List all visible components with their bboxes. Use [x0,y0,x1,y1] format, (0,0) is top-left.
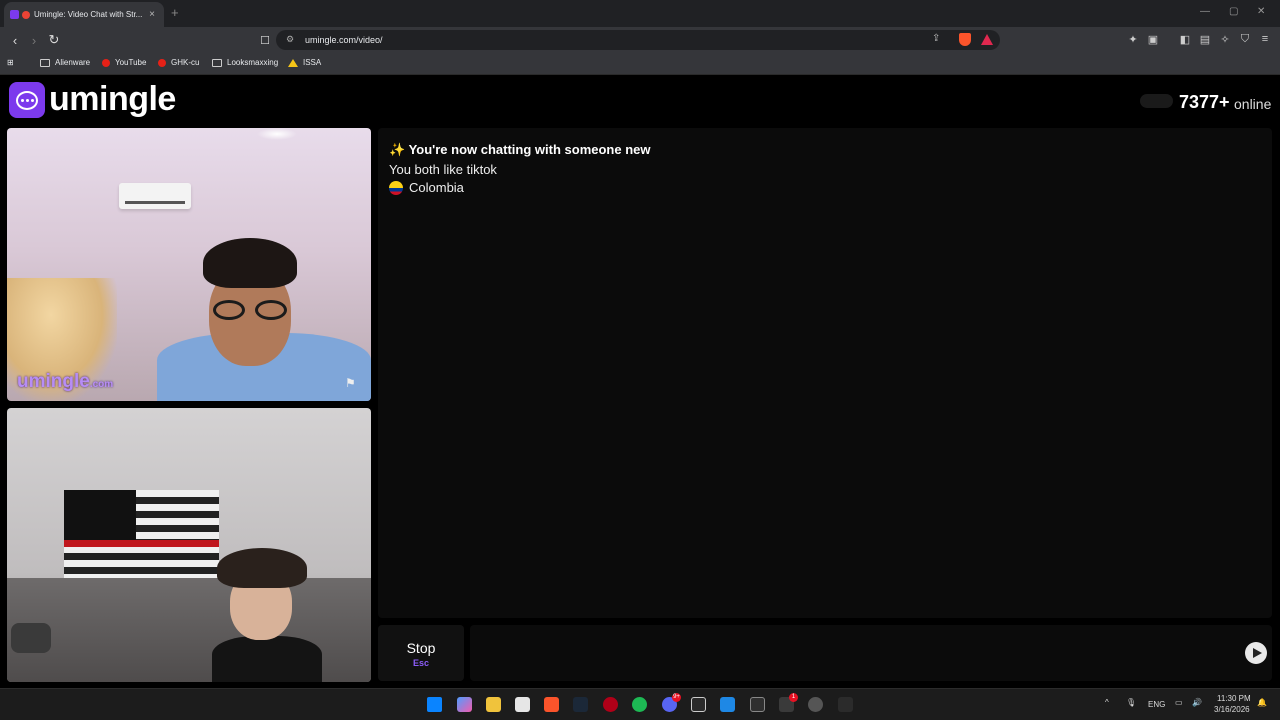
bookmark-label: GHK-cu [171,58,200,67]
volume-icon[interactable]: 🔊 [1192,698,1202,707]
umingle-favicon-icon [10,10,19,19]
clock-time[interactable]: 11:30 PM [1217,694,1251,703]
bookmark-label: ISSA [303,58,322,67]
stranger-video: umingle.com ⚑ [7,128,371,401]
sidebar-icon[interactable]: ◧ [1178,33,1192,46]
leo-ai-icon[interactable]: ✧ [1218,33,1232,46]
apps-grid-icon[interactable]: ⊞ [7,58,14,67]
steam-icon[interactable] [573,697,588,712]
epic-games-icon[interactable] [691,697,706,712]
new-tab-button[interactable]: + [171,5,179,20]
chat-status-title: ✨ You're now chatting with someone new [389,142,651,157]
folder-icon [40,58,50,67]
vpn-shield-icon[interactable]: ⛉ [1238,33,1252,46]
microsoft-store-icon[interactable] [515,697,530,712]
tab-title: Umingle: Video Chat with Str... [34,10,143,19]
tab-search-icon[interactable]: ▤ [1198,33,1212,46]
wall-flag [64,490,219,582]
alienware-icon[interactable] [603,697,618,712]
notification-bell-icon[interactable]: 🔔 [1257,698,1267,707]
online-label: online [1234,96,1272,112]
network-icon[interactable]: ▭ [1175,698,1183,707]
clock-date[interactable]: 3/16/2026 [1214,705,1250,714]
microphone-tray-icon[interactable]: 🎙 [1126,698,1136,707]
xbox-icon[interactable] [750,697,765,712]
microphone [11,623,51,653]
battle-net-icon[interactable] [720,697,735,712]
report-flag-icon[interactable]: ⚑ [345,376,361,390]
brave-shields-icon[interactable] [959,33,971,46]
minimize-button[interactable]: — [1200,6,1210,17]
site-logo-text[interactable]: umingle [49,80,176,119]
share-icon[interactable]: ⇪ [932,33,940,44]
language-indicator[interactable]: ENG [1148,700,1165,709]
logitech-icon[interactable] [838,697,853,712]
browser-tab-bar: Umingle: Video Chat with Str... × + — ▢ … [0,0,1280,27]
youtube-icon [158,58,166,67]
site-header [0,76,1280,126]
chat-panel [378,128,1272,618]
stranger-country: Colombia [389,180,464,195]
common-interest-text: You both like tiktok [389,162,497,177]
maximize-button[interactable]: ▢ [1229,6,1238,17]
umingle-watermark: umingle.com [17,371,114,392]
file-explorer-icon[interactable] [486,697,501,712]
spotify-icon[interactable] [632,697,647,712]
chat-message-input[interactable] [470,625,1272,681]
bookmark-icon[interactable]: ☐ [256,31,274,49]
send-icon[interactable] [1245,642,1267,664]
brave-rewards-icon[interactable] [981,34,993,45]
bookmark-youtube[interactable]: YouTube [102,58,146,67]
bookmark-looksmaxxing[interactable]: Looksmaxxing [212,58,278,67]
bookmark-issa[interactable]: ISSA [288,58,321,67]
discord-badge: 9+ [672,693,681,702]
stop-label: Stop [406,640,436,656]
bookmark-ghk-cu[interactable]: GHK-cu [158,58,199,67]
menu-icon[interactable]: ≡ [1258,33,1272,45]
copilot-icon[interactable] [457,697,472,712]
bookmark-alienware[interactable]: Alienware [40,58,90,67]
brave-browser-icon[interactable] [544,697,559,712]
ceiling-light [257,128,297,140]
colombia-flag-icon [389,180,403,195]
bookmark-label: Looksmaxxing [227,58,279,67]
umingle-logo-icon[interactable] [9,82,45,118]
url-text[interactable]: umingle.com/video/ [305,35,383,45]
bookmark-label: Alienware [55,58,91,67]
self-video [7,408,371,682]
air-conditioner [119,183,191,209]
extensions-icon[interactable]: ✦ [1126,33,1140,46]
online-toggle[interactable] [1140,94,1173,108]
notification-badge: 1 [789,693,798,702]
stop-shortcut: Esc [412,658,429,668]
windows-start-icon[interactable] [427,697,442,712]
wallet-icon[interactable]: ▣ [1146,33,1160,46]
site-info-icon[interactable]: ⚙ [286,34,294,45]
folder-icon [212,58,222,67]
country-name: Colombia [409,180,464,195]
online-count: 7377+ [1179,92,1230,112]
youtube-icon [102,58,110,67]
close-window-button[interactable]: ✕ [1257,6,1265,17]
forward-button[interactable]: › [25,31,43,49]
browser-tab[interactable]: Umingle: Video Chat with Str... × [4,2,164,27]
audio-playing-icon[interactable] [22,10,30,19]
bookmarks-bar: ⊞ Alienware YouTube GHK-cu Looksmaxxing … [0,53,1280,75]
back-button[interactable]: ‹ [6,31,24,49]
self-person [212,548,322,682]
address-bar[interactable]: ⚙ umingle.com/video/ ⇪ [276,30,1000,50]
issa-icon [288,58,298,67]
tray-chevron-icon[interactable]: ^ [1105,698,1109,707]
stranger-person-right [195,238,305,401]
bookmark-label: YouTube [115,58,147,67]
stop-button[interactable]: Stop Esc [378,625,464,681]
tab-close-icon[interactable]: × [146,9,158,20]
settings-icon[interactable] [808,697,823,712]
reload-button[interactable]: ↻ [45,31,63,49]
